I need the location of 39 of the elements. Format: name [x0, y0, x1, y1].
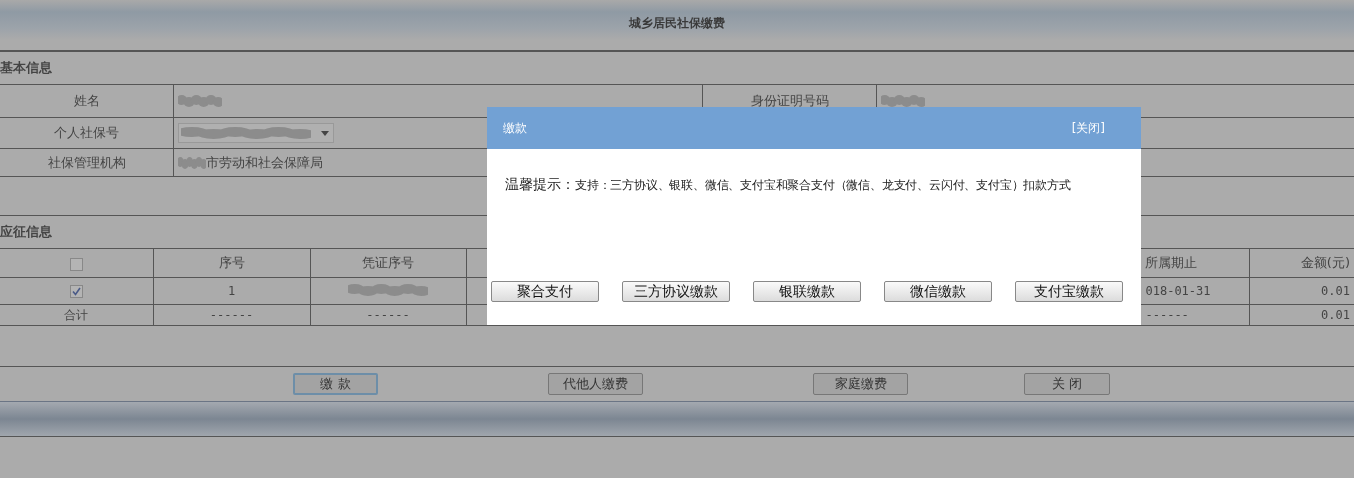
table-cell: 018-01-31 [1145, 284, 1211, 298]
payment-button[interactable]: 支付宝缴款 [1015, 281, 1123, 302]
redaction-mark [881, 93, 925, 109]
social-security-select[interactable] [178, 123, 334, 143]
action-button[interactable]: 关 闭 [1024, 373, 1110, 395]
table-cell: ------ [1145, 308, 1189, 322]
column-header: 所属期止 [1145, 255, 1197, 270]
section-title: 应征信息 [0, 223, 52, 241]
payment-button[interactable]: 银联缴款 [753, 281, 861, 302]
field-label: 社保管理机构 [47, 153, 126, 172]
payment-button[interactable]: 微信缴款 [884, 281, 992, 302]
column-header: 凭证序号 [362, 255, 414, 270]
table-cell: 合计 [64, 307, 89, 322]
field-label: 姓名 [73, 92, 100, 110]
payment-button[interactable]: 三方协议缴款 [622, 281, 730, 302]
redaction-mark [178, 154, 206, 171]
table-cell: 0.01 [1321, 284, 1350, 298]
table-cell: 0.01 [1321, 308, 1350, 322]
page-title: 城乡居民社保缴费 [629, 14, 725, 32]
hint-label: 温馨提示： [505, 176, 575, 194]
checkbox[interactable] [69, 285, 83, 298]
redaction-mark [178, 93, 222, 109]
table-cell: ------ [366, 308, 410, 322]
section-title: 基本信息 [0, 59, 52, 77]
hint-text: 支持：三方协议、银联、微信、支付宝和聚合支付（微信、龙支付、云闪付、支付宝）扣款方式 [575, 178, 1071, 193]
table-cell: 1 [227, 284, 236, 298]
caret-icon [321, 130, 329, 136]
checkbox[interactable] [69, 257, 83, 271]
agency-name: 市劳动和社会保障局 [206, 153, 323, 172]
field-label: 身份证明号码 [750, 92, 829, 110]
payment-button[interactable]: 聚合支付 [491, 281, 599, 302]
action-button[interactable]: 家庭缴费 [813, 373, 908, 395]
dialog-title: 缴款 [503, 119, 527, 137]
column-header: 序号 [218, 255, 245, 270]
action-button[interactable]: 缴 款 [293, 373, 378, 395]
column-header: 金额(元) [1300, 255, 1350, 270]
table-cell: ------ [209, 308, 254, 322]
field-label: 个人社保号 [54, 124, 119, 142]
action-button[interactable]: 代他人缴费 [548, 373, 643, 395]
